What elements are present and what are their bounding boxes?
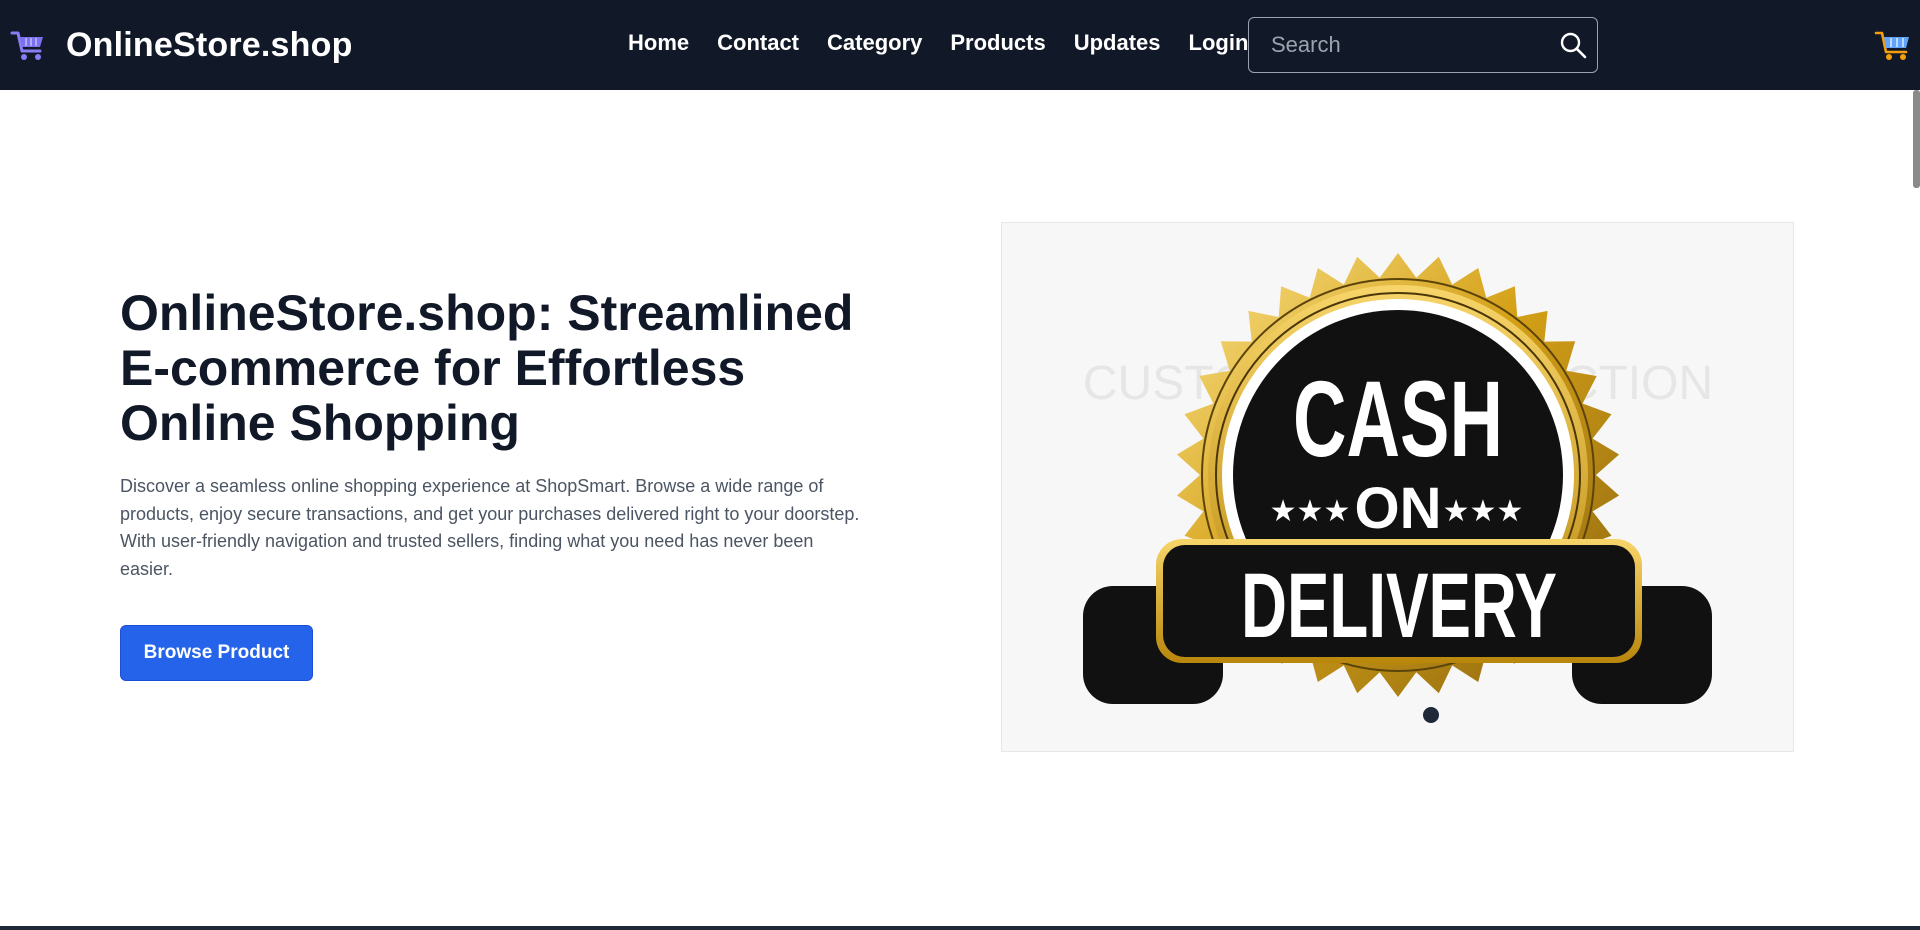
badge-stars-left: ★★★ — [1270, 494, 1351, 529]
nav-home[interactable]: Home — [628, 30, 689, 56]
brand-name: OnlineStore.shop — [66, 25, 353, 64]
main-nav: Home Contact Category Products Updates L… — [628, 30, 1248, 56]
brand[interactable]: OnlineStore.shop — [10, 22, 353, 68]
nav-contact[interactable]: Contact — [717, 30, 799, 56]
navbar: OnlineStore.shop Home Contact Category P… — [0, 0, 1920, 90]
nav-updates[interactable]: Updates — [1074, 30, 1161, 56]
hero-title: OnlineStore.shop: Streamlined E-commerce… — [120, 285, 854, 451]
cash-on-delivery-badge-image: CUSTOMER SATISFACTION CASH ★★★ ON ★★★ DE… — [1002, 223, 1793, 751]
search-icon[interactable] — [1559, 31, 1587, 59]
browse-product-button[interactable]: Browse Product — [120, 625, 313, 681]
page-bottom-border — [0, 926, 1920, 930]
hero-description: Discover a seamless online shopping expe… — [120, 476, 860, 579]
hero-carousel[interactable]: CUSTOMER SATISFACTION CASH ★★★ ON ★★★ DE… — [1001, 222, 1794, 752]
badge-text-on: ON — [1355, 476, 1442, 541]
search-input[interactable] — [1249, 18, 1549, 72]
scrollbar-thumb[interactable] — [1913, 90, 1920, 188]
cart-icon[interactable] — [1874, 25, 1912, 63]
badge-stars-right: ★★★ — [1443, 494, 1524, 529]
shopping-cart-icon — [10, 31, 43, 60]
badge-text-delivery: DELIVERY — [1241, 555, 1557, 657]
search-box — [1248, 17, 1598, 73]
carousel-indicator-1[interactable] — [1423, 707, 1439, 723]
badge-text-cash: CASH — [1293, 358, 1503, 479]
nav-products[interactable]: Products — [950, 30, 1045, 56]
nav-login[interactable]: Login — [1189, 30, 1249, 56]
nav-category[interactable]: Category — [827, 30, 922, 56]
